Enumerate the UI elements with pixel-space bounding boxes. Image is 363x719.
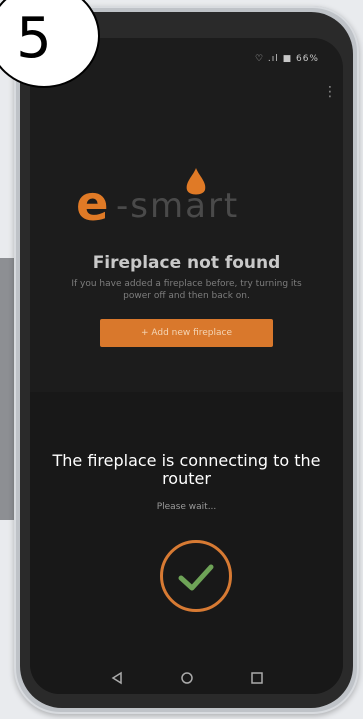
not-found-subtitle: If you have added a fireplace before, tr… bbox=[71, 279, 302, 301]
logo-text: -smart bbox=[116, 186, 240, 226]
android-nav-bar bbox=[30, 662, 343, 694]
please-wait-text: Please wait... bbox=[156, 502, 217, 512]
not-found-title: Fireplace not found bbox=[92, 253, 281, 273]
add-fireplace-button[interactable]: + Add new fireplace bbox=[100, 319, 273, 347]
flame-icon bbox=[186, 168, 206, 195]
recents-icon[interactable] bbox=[250, 671, 264, 685]
back-icon[interactable] bbox=[110, 671, 124, 685]
logo-e: e bbox=[76, 176, 109, 232]
more-options-icon[interactable]: ⋮ bbox=[323, 84, 337, 100]
home-icon[interactable] bbox=[180, 671, 194, 685]
e-smart-logo: e -smart bbox=[76, 168, 306, 248]
step-number: 5 bbox=[16, 5, 52, 71]
connecting-message: The fireplace is connecting to the route… bbox=[52, 451, 321, 488]
success-check-icon bbox=[160, 540, 232, 612]
status-bar: ♡ .ıl ■ 66% bbox=[254, 54, 319, 64]
